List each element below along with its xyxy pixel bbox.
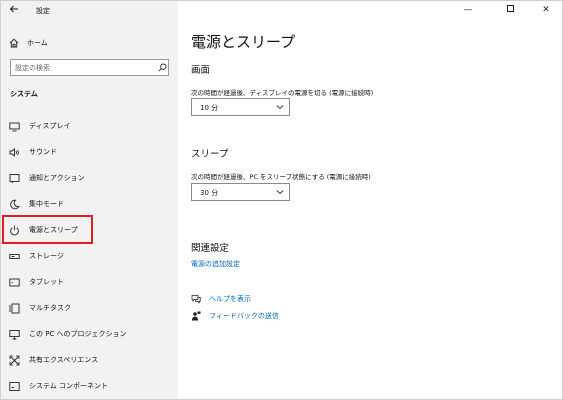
moon-icon <box>10 199 20 209</box>
notification-icon <box>9 173 20 183</box>
sidebar-item-system-components[interactable]: システム コンポーネント <box>1 373 178 399</box>
minimize-button[interactable]: — <box>454 1 482 19</box>
screen-timeout-dropdown[interactable]: 10 分 <box>191 98 290 116</box>
get-help-label[interactable]: ヘルプを表示 <box>209 294 251 304</box>
section-label-system: システム <box>10 90 38 98</box>
screen-timeout-description: 次の時間が経過後、ディスプレイの電源を切る (電源に接続時) <box>191 89 374 97</box>
section-heading-sleep: スリープ <box>191 149 229 160</box>
sleep-timeout-dropdown[interactable]: 30 分 <box>191 183 290 201</box>
sidebar-item-shared-experiences[interactable]: 共有エクスペリエンス <box>1 347 178 373</box>
speaker-icon <box>9 147 19 157</box>
power-icon <box>10 225 19 235</box>
display-icon <box>9 122 20 131</box>
sidebar-item-notifications[interactable]: 通知とアクション <box>1 165 178 191</box>
sidebar-item-tablet[interactable]: タブレット <box>1 269 178 295</box>
send-feedback-link[interactable]: フィードバックの送信 <box>191 310 279 322</box>
close-button[interactable]: ✕ <box>532 1 560 19</box>
minimize-icon: — <box>463 5 473 15</box>
sleep-timeout-description: 次の時間が経過後、PC をスリープ状態にする (電源に接続時) <box>191 173 371 181</box>
sidebar-item-label: システム コンポーネント <box>29 382 109 390</box>
chevron-down-icon <box>276 105 284 110</box>
projection-icon <box>9 329 20 339</box>
maximize-icon <box>506 5 514 12</box>
sidebar-item-label: 集中モード <box>29 200 64 208</box>
chevron-down-icon <box>276 190 284 195</box>
additional-power-settings-link[interactable]: 電源の追加設定 <box>191 259 240 269</box>
section-heading-screen: 画面 <box>191 65 211 76</box>
back-button[interactable] <box>7 4 21 18</box>
arrow-left-icon <box>9 5 18 13</box>
maximize-button[interactable] <box>496 1 524 19</box>
sidebar-item-sound[interactable]: サウンド <box>1 139 178 165</box>
search-input[interactable] <box>15 62 153 73</box>
sidebar-item-label: この PC へのプロジェクション <box>29 330 127 338</box>
sidebar-item-label: マルチタスク <box>29 304 71 312</box>
feedback-person-icon <box>192 311 201 321</box>
sidebar-item-multitasking[interactable]: マルチタスク <box>1 295 178 321</box>
sidebar-item-label: タブレット <box>29 278 64 286</box>
search-icon[interactable] <box>158 63 167 72</box>
sidebar-item-projection[interactable]: この PC へのプロジェクション <box>1 321 178 347</box>
sidebar-item-storage[interactable]: ストレージ <box>1 243 178 269</box>
storage-icon <box>9 253 20 259</box>
screen-timeout-value: 10 分 <box>200 104 219 112</box>
sidebar-item-label: 共有エクスペリエンス <box>29 356 99 364</box>
sidebar-home-label: ホーム <box>27 39 48 47</box>
sleep-timeout-value: 30 分 <box>200 189 219 197</box>
home-icon <box>9 38 19 48</box>
search-box[interactable] <box>10 59 169 76</box>
sidebar-item-focus[interactable]: 集中モード <box>1 191 178 217</box>
sidebar-item-label: 電源とスリープ <box>29 226 78 234</box>
sidebar-item-label: ストレージ <box>29 252 64 260</box>
sidebar-item-label: 通知とアクション <box>29 174 85 182</box>
get-help-link[interactable]: ヘルプを表示 <box>191 293 251 305</box>
share-icon <box>9 355 20 365</box>
close-icon: ✕ <box>542 5 550 15</box>
help-chat-icon <box>191 295 201 304</box>
sidebar-item-display[interactable]: ディスプレイ <box>1 113 178 139</box>
settings-window: ホーム システム ディスプレイ サウンド <box>0 0 563 400</box>
sidebar-item-label: ディスプレイ <box>29 122 71 130</box>
tablet-icon <box>9 278 20 286</box>
sidebar-item-power-sleep[interactable]: 電源とスリープ <box>1 217 178 243</box>
title-bar: 設定 — ✕ <box>1 1 562 21</box>
send-feedback-label[interactable]: フィードバックの送信 <box>209 311 279 321</box>
multitask-icon <box>9 303 20 313</box>
sidebar-home[interactable]: ホーム <box>9 35 48 51</box>
main-content: 電源とスリープ 画面 次の時間が経過後、ディスプレイの電源を切る (電源に接続時… <box>178 1 562 399</box>
sidebar: ホーム システム ディスプレイ サウンド <box>1 1 178 399</box>
page-title: 電源とスリープ <box>191 33 296 51</box>
section-heading-related: 関連設定 <box>191 243 230 254</box>
sidebar-item-label: サウンド <box>29 148 57 156</box>
components-icon <box>9 381 20 391</box>
window-title: 設定 <box>36 7 50 15</box>
